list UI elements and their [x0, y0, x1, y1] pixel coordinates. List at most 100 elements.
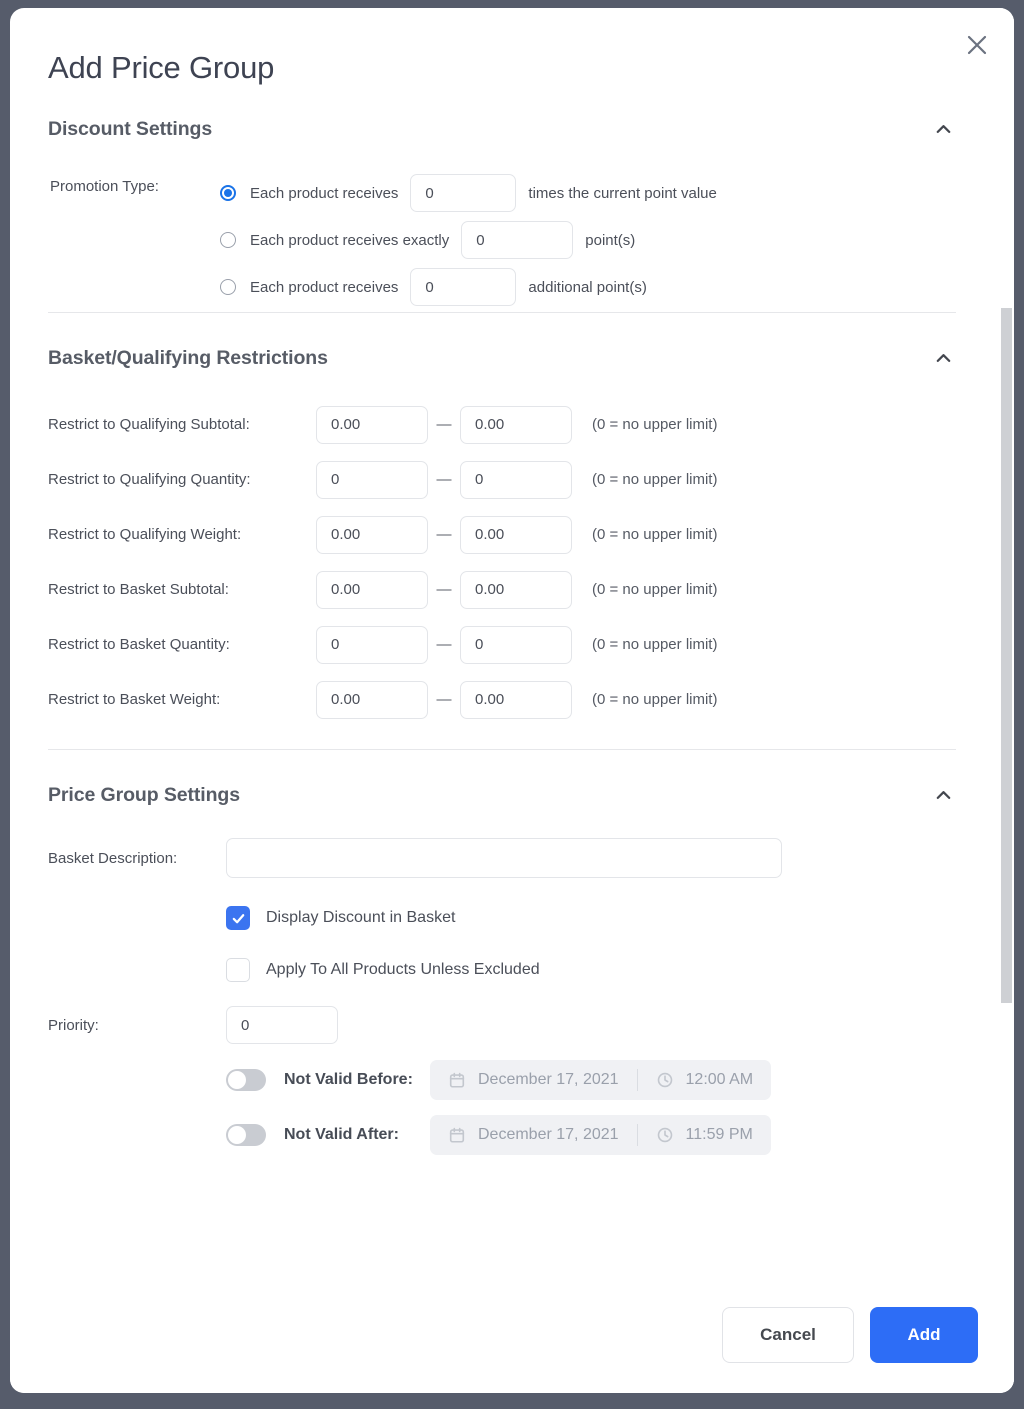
section-divider-1 [48, 312, 956, 313]
promotion-option-multiplier-prefix: Each product receives [250, 184, 399, 202]
restriction-max-input[interactable]: 0 [460, 460, 572, 499]
basket-description-row: Basket Description: [48, 838, 976, 878]
checkbox-apply-to-all-products-unless-excluded[interactable] [226, 958, 250, 982]
range-dash: — [436, 581, 452, 598]
restrictions-list: Restrict to Qualifying Subtotal: 0.00 — … [48, 397, 976, 727]
cancel-button[interactable]: Cancel [722, 1307, 854, 1363]
range-dash: — [436, 691, 452, 708]
range-dash: — [436, 636, 452, 653]
restriction-min-input[interactable]: 0.00 [316, 570, 428, 609]
restriction-hint: (0 = no upper limit) [592, 691, 718, 708]
range-dash: — [436, 526, 452, 543]
scrollbar-track[interactable] [1000, 8, 1014, 1393]
section-divider-2 [48, 749, 956, 750]
restriction-row-basket-weight: Restrict to Basket Weight: 0.00 — 0.00 (… [48, 672, 976, 727]
restriction-row-qualifying-subtotal: Restrict to Qualifying Subtotal: 0.00 — … [48, 397, 976, 452]
priority-row: Priority: 0 [48, 998, 976, 1052]
restriction-max-input[interactable]: 0 [460, 625, 572, 664]
not-valid-after-row: Not Valid After: December 17, 2021 11:59… [48, 1107, 976, 1162]
promotion-option-multiplier-suffix: times the current point value [528, 184, 717, 202]
radio-promotion-multiplier[interactable] [220, 185, 236, 201]
basket-description-input[interactable] [226, 838, 782, 878]
restriction-hint: (0 = no upper limit) [592, 526, 718, 543]
chevron-up-icon[interactable] [930, 782, 956, 808]
priority-input[interactable]: 0 [226, 1006, 338, 1044]
restriction-label: Restrict to Qualifying Subtotal: [48, 416, 250, 433]
promotion-type-label: Promotion Type: [50, 178, 159, 195]
not-valid-before-date-value: December 17, 2021 [478, 1070, 619, 1088]
section-header-restrictions[interactable]: Basket/Qualifying Restrictions [48, 345, 956, 371]
restriction-min-input[interactable]: 0.00 [316, 515, 428, 554]
restriction-label: Restrict to Basket Quantity: [48, 636, 230, 653]
promotion-option-exact-suffix: point(s) [585, 231, 636, 249]
calendar-icon [448, 1071, 466, 1089]
toggle-not-valid-before[interactable] [226, 1068, 266, 1091]
restriction-max-input[interactable]: 0.00 [460, 405, 572, 444]
restriction-row-basket-subtotal: Restrict to Basket Subtotal: 0.00 — 0.00… [48, 562, 976, 617]
range-dash: — [436, 471, 452, 488]
not-valid-before-datetime-field[interactable]: December 17, 2021 12:00 AM [430, 1059, 772, 1100]
section-title-price-group-settings: Price Group Settings [48, 783, 240, 806]
not-valid-after-time-value: 11:59 PM [685, 1125, 753, 1143]
scrollbar-thumb[interactable] [1001, 308, 1012, 1003]
calendar-icon [448, 1126, 466, 1144]
restriction-min-input[interactable]: 0.00 [316, 405, 428, 444]
not-valid-after-date-value: December 17, 2021 [478, 1125, 619, 1143]
promotion-type-group: Promotion Type: Each product receives 0 … [48, 168, 976, 306]
radio-promotion-exact[interactable] [220, 232, 236, 248]
restriction-min-input[interactable]: 0 [316, 625, 428, 664]
add-button[interactable]: Add [870, 1307, 978, 1363]
not-valid-after-label: Not Valid After: [284, 1125, 399, 1143]
checkbox-label: Apply To All Products Unless Excluded [266, 961, 540, 978]
restriction-min-input[interactable]: 0 [316, 460, 428, 499]
modal-backdrop: Add Price Group Discount Settings Promot… [0, 0, 1024, 1409]
dialog-footer: Cancel Add [10, 1277, 1014, 1393]
checkbox-row-display-discount[interactable]: Display Discount in Basket [48, 892, 976, 944]
add-price-group-dialog: Add Price Group Discount Settings Promot… [10, 8, 1014, 1393]
restriction-max-input[interactable]: 0.00 [460, 680, 572, 719]
not-valid-after-datetime-field[interactable]: December 17, 2021 11:59 PM [430, 1114, 771, 1155]
restriction-hint: (0 = no upper limit) [592, 471, 718, 488]
promotion-option-additional[interactable]: Each product receives 0 additional point… [220, 268, 647, 306]
not-valid-before-label: Not Valid Before: [284, 1070, 413, 1088]
not-valid-before-row: Not Valid Before: December 17, 2021 12:0… [48, 1052, 976, 1107]
priority-label: Priority: [48, 1016, 99, 1034]
promotion-option-additional-prefix: Each product receives [250, 278, 399, 296]
restriction-min-input[interactable]: 0.00 [316, 680, 428, 719]
chevron-up-icon[interactable] [930, 345, 956, 371]
restriction-label: Restrict to Qualifying Weight: [48, 526, 242, 543]
section-title-restrictions: Basket/Qualifying Restrictions [48, 346, 328, 369]
restriction-hint: (0 = no upper limit) [592, 636, 718, 653]
promotion-option-additional-suffix: additional point(s) [528, 278, 647, 296]
radio-promotion-additional[interactable] [220, 279, 236, 295]
clock-icon [656, 1126, 674, 1144]
datetime-divider [636, 1123, 638, 1146]
restriction-max-input[interactable]: 0.00 [460, 515, 572, 554]
restriction-row-basket-quantity: Restrict to Basket Quantity: 0 — 0 (0 = … [48, 617, 976, 672]
dialog-content: Discount Settings Promotion Type: Each p… [10, 116, 1014, 1276]
restriction-label: Restrict to Basket Weight: [48, 691, 221, 708]
restriction-max-input[interactable]: 0.00 [460, 570, 572, 609]
toggle-not-valid-after[interactable] [226, 1123, 266, 1146]
restriction-row-qualifying-quantity: Restrict to Qualifying Quantity: 0 — 0 (… [48, 452, 976, 507]
clock-icon [656, 1071, 674, 1089]
restriction-row-qualifying-weight: Restrict to Qualifying Weight: 0.00 — 0.… [48, 507, 976, 562]
restriction-label: Restrict to Qualifying Quantity: [48, 471, 251, 488]
basket-description-label: Basket Description: [48, 849, 178, 867]
chevron-up-icon[interactable] [930, 116, 956, 142]
promotion-additional-input[interactable]: 0 [410, 268, 517, 306]
promotion-multiplier-input[interactable]: 0 [410, 174, 517, 212]
promotion-exact-input[interactable]: 0 [461, 221, 574, 259]
promotion-option-exact[interactable]: Each product receives exactly 0 point(s) [220, 221, 635, 259]
toggle-knob [228, 1125, 246, 1144]
section-header-price-group-settings[interactable]: Price Group Settings [48, 782, 956, 808]
restriction-label: Restrict to Basket Subtotal: [48, 581, 229, 598]
toggle-knob [228, 1070, 246, 1089]
datetime-divider [636, 1068, 638, 1091]
restriction-hint: (0 = no upper limit) [592, 581, 718, 598]
checkbox-row-apply-all-products[interactable]: Apply To All Products Unless Excluded [48, 944, 976, 996]
close-icon[interactable] [960, 28, 994, 62]
checkbox-display-discount-in-basket[interactable] [226, 906, 250, 930]
section-header-discount-settings[interactable]: Discount Settings [48, 116, 956, 142]
promotion-option-multiplier[interactable]: Each product receives 0 times the curren… [220, 174, 717, 212]
